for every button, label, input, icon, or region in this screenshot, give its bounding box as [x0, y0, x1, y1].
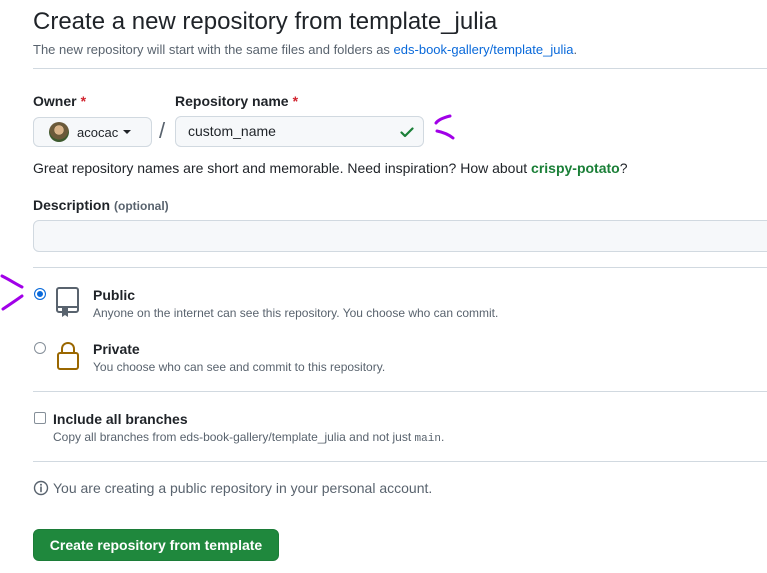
owner-dropdown[interactable]: acocac: [33, 117, 152, 147]
name-suggestion[interactable]: crispy-potato: [531, 160, 620, 176]
repo-icon: [56, 287, 79, 317]
public-description: Anyone on the internet can see this repo…: [93, 306, 499, 320]
private-description: You choose who can see and commit to thi…: [93, 360, 386, 374]
owner-value: acocac: [77, 124, 119, 140]
info-icon: [33, 480, 49, 496]
avatar: [49, 122, 69, 142]
divider: [33, 391, 767, 392]
description-input[interactable]: [33, 220, 767, 252]
info-message: You are creating a public repository in …: [33, 480, 432, 496]
public-title: Public: [93, 287, 136, 303]
repository-name-input[interactable]: custom_name: [175, 116, 424, 147]
private-radio[interactable]: [34, 342, 46, 354]
owner-repo-separator: /: [159, 118, 166, 143]
include-branches-description: Copy all branches from eds-book-gallery/…: [53, 430, 445, 445]
name-hint: Great repository names are short and mem…: [33, 160, 628, 176]
annotation-marks: [434, 114, 455, 140]
page-title: Create a new repository from template_ju…: [33, 8, 498, 35]
repository-name-label: Repository name *: [175, 93, 299, 109]
include-branches-label[interactable]: Include all branches: [53, 411, 188, 427]
check-icon: [400, 127, 414, 138]
header-divider: [33, 68, 767, 69]
owner-label: Owner *: [33, 93, 87, 109]
annotation-marks: [0, 274, 24, 311]
lock-icon: [57, 341, 79, 370]
include-branches-checkbox[interactable]: [34, 412, 46, 424]
caret-down-icon: [123, 130, 132, 134]
create-repository-button[interactable]: Create repository from template: [33, 529, 279, 561]
page-subtitle: The new repository will start with the s…: [33, 42, 578, 57]
divider: [33, 267, 767, 268]
description-label: Description (optional): [33, 197, 169, 213]
public-radio[interactable]: [34, 288, 46, 300]
template-link[interactable]: eds-book-gallery/template_julia: [394, 42, 574, 57]
private-title: Private: [93, 341, 140, 357]
divider: [33, 461, 767, 462]
